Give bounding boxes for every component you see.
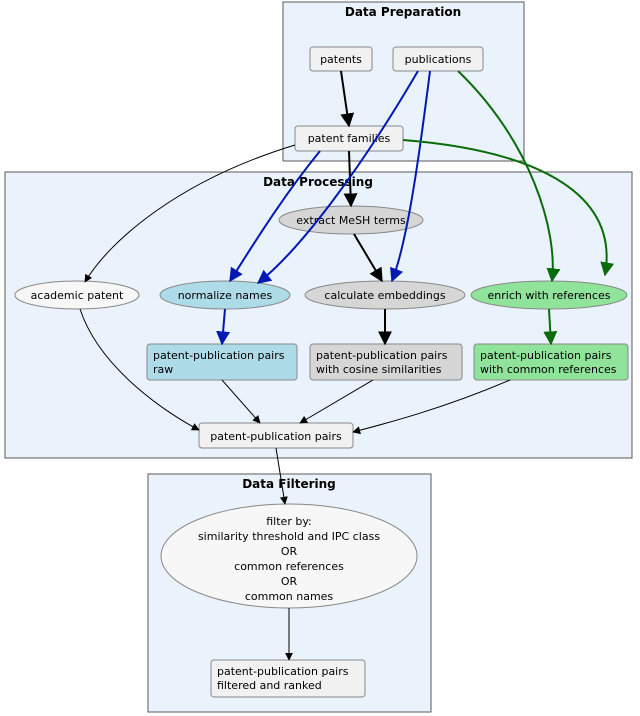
node-pp-raw-l1: patent-publication pairs bbox=[153, 349, 285, 362]
node-calc-embeddings-label: calculate embeddings bbox=[324, 289, 445, 302]
filter-l4: common references bbox=[234, 560, 344, 573]
node-academic-patent-label: academic patent bbox=[31, 289, 124, 302]
node-pp-pairs-label: patent-publication pairs bbox=[210, 430, 342, 443]
pp-filtered-l1: patent-publication pairs bbox=[217, 665, 349, 678]
filter-l2: similarity threshold and IPC class bbox=[198, 530, 380, 543]
node-normalize-names-label: normalize names bbox=[178, 289, 273, 302]
node-patents-label: patents bbox=[320, 53, 362, 66]
node-enrich-refs-label: enrich with references bbox=[488, 289, 611, 302]
node-pp-raw-l2: raw bbox=[153, 363, 173, 376]
node-pp-cosine-l1: patent-publication pairs bbox=[316, 349, 448, 362]
filter-l1: filter by: bbox=[266, 515, 311, 528]
pp-filtered-l2: filtered and ranked bbox=[217, 679, 322, 692]
filter-l3: OR bbox=[281, 545, 298, 558]
node-publications-label: publications bbox=[405, 53, 472, 66]
flow-diagram: Data Preparation patents publications pa… bbox=[0, 0, 640, 716]
node-pp-cosine-l2: with cosine similarities bbox=[316, 363, 442, 376]
group-title-filt: Data Filtering bbox=[242, 477, 336, 491]
group-title-proc: Data Processing bbox=[263, 175, 373, 189]
node-pp-refs-l1: patent-publication pairs bbox=[480, 349, 612, 362]
filter-l5: OR bbox=[281, 575, 298, 588]
group-title-prep: Data Preparation bbox=[345, 5, 461, 19]
filter-l6: common names bbox=[245, 590, 334, 603]
node-pp-refs-l2: with common references bbox=[480, 363, 617, 376]
